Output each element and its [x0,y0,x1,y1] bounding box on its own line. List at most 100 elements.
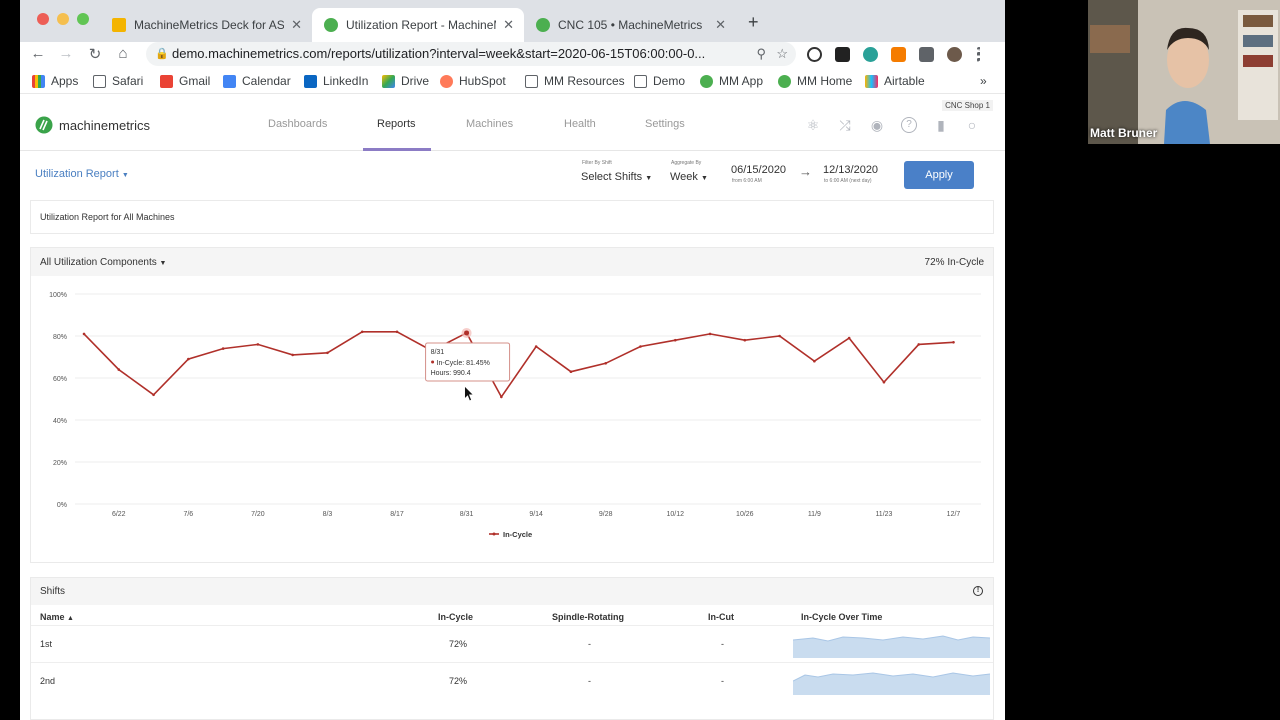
tooltip-hours: Hours: 990.4 [431,370,471,377]
search-icon[interactable]: ⚲ [756,42,766,66]
bookmark-mm-resources[interactable]: MM Resources [525,74,625,88]
address-bar[interactable]: 🔒 demo.machinemetrics.com/reports/utiliz… [146,42,796,66]
help-icon[interactable]: ? [901,117,917,133]
components-dropdown[interactable]: All Utilization Components ▼ [40,257,166,268]
arrow-right-icon: → [799,164,812,179]
participant-video-feed [1088,0,1280,144]
table-row[interactable]: 1st 72% - - [31,625,993,662]
highlight-point [464,330,470,336]
new-tab-button[interactable]: + [748,12,759,33]
report-type-dropdown[interactable]: Utilization Report ▼ [35,168,129,180]
x-tick-label: 8/17 [390,511,404,518]
atom-icon[interactable]: ⚛ [805,117,821,133]
bookmark-mm-home[interactable]: MM Home [778,74,852,88]
tab-utilization-report[interactable]: Utilization Report - MachineMe ✕ [312,8,524,42]
shift-select[interactable]: Select Shifts ▼ [581,171,652,183]
bookmark-linkedin[interactable]: LinkedIn [304,74,368,88]
nav-machines[interactable]: Machines [466,118,513,130]
home-icon[interactable]: ⌂ [113,45,133,62]
nav-health[interactable]: Health [564,118,596,130]
table-row[interactable]: 2nd 72% - - [31,662,993,699]
data-point [500,395,503,399]
extension-dark-icon[interactable] [835,47,850,62]
close-window-button[interactable] [37,13,49,25]
shop-tag: CNC Shop 1 [942,100,993,111]
globe-icon[interactable]: ◉ [869,117,885,133]
y-tick-label: 80% [53,334,67,341]
tooltip-series-dot [431,360,435,364]
close-tab-icon[interactable]: ✕ [291,17,302,33]
apply-button[interactable]: Apply [904,161,974,189]
bookmark-apps[interactable]: Apps [32,74,78,88]
nav-settings[interactable]: Settings [645,118,685,130]
back-arrow-icon[interactable]: ← [28,45,48,62]
data-point [847,336,851,340]
y-tick-label: 100% [49,292,67,299]
tab-title: CNC 105 • MachineMetrics [558,18,703,32]
menu-kebab-icon[interactable] [977,47,981,62]
bookmark-demo[interactable]: Demo [634,74,685,88]
data-point [882,380,886,384]
user-icon[interactable]: ○ [964,117,980,133]
series-line-in-cycle [83,330,954,399]
reload-icon[interactable]: ↻ [85,45,105,63]
aggregate-label: Aggregate By [671,160,702,166]
shift-spindle: - [588,676,591,686]
caret-down-icon: ▼ [645,175,653,182]
lock-icon[interactable]: ▮ [933,117,949,133]
col-name[interactable]: Name ▲ [40,612,74,622]
bookmark-gmail[interactable]: Gmail [160,74,210,88]
extensions-puzzle-icon[interactable] [919,47,934,62]
bookmark-airtable[interactable]: Airtable [865,74,925,88]
info-icon[interactable]: ! [973,586,983,596]
folder-icon [634,74,647,88]
bookmark-mm-app[interactable]: MM App [700,74,763,88]
shift-spindle: - [588,639,591,649]
start-date-sub: from 6:00 AM [732,178,762,184]
data-point [743,338,747,342]
bookmark-hubspot[interactable]: HubSpot [440,74,506,88]
gmail-icon [160,74,173,88]
bookmark-star-icon[interactable]: ☆ [776,42,788,66]
bookmarks-bar: Apps Safari Gmail Calendar LinkedIn Driv… [20,70,1005,94]
data-point [569,370,573,373]
shuffle-icon[interactable]: ⤮ [837,117,853,133]
tab-cnc-105[interactable]: CNC 105 • MachineMetrics ✕ [524,8,736,42]
sparkline [793,672,990,695]
mouse-cursor-icon [464,384,475,402]
minimize-window-button[interactable] [57,13,69,25]
end-date-input[interactable]: 12/13/2020 [823,164,878,176]
data-point [152,393,155,397]
y-tick-label: 0% [57,502,67,509]
bookmarks-overflow-icon[interactable]: » [980,74,987,88]
bookmark-calendar[interactable]: Calendar [223,74,291,88]
bookmark-safari[interactable]: Safari [93,74,143,88]
utilization-chart-panel: All Utilization Components ▼ 72% In-Cycl… [30,247,994,563]
tab-bar: MachineMetrics Deck for ASQ ✕ Utilizatio… [20,0,1005,42]
data-point [395,330,399,334]
data-point [778,334,781,338]
col-spindle-rotating[interactable]: Spindle-Rotating [552,612,624,622]
bookmark-drive[interactable]: Drive [382,74,429,88]
x-tick-label: 7/20 [251,511,265,518]
utilization-line-chart[interactable]: 0% 20% 40% 60% 80% 100% 6/22 7/6 7/20 8/3 8/17 8/31… [31,276,993,562]
tab-deck[interactable]: MachineMetrics Deck for ASQ ✕ [100,8,312,42]
extension-globe-icon[interactable] [863,47,878,62]
nav-dashboards[interactable]: Dashboards [268,118,327,130]
start-date-input[interactable]: 06/15/2020 [731,164,786,176]
data-point [187,357,190,361]
profile-avatar[interactable] [947,47,962,62]
aggregate-select[interactable]: Week ▼ [670,171,708,183]
forward-arrow-icon[interactable]: → [56,45,76,62]
col-in-cut[interactable]: In-Cut [708,612,734,622]
col-in-cycle[interactable]: In-Cycle [438,612,473,622]
extension-hubspot-icon[interactable] [891,47,906,62]
nav-reports[interactable]: Reports [377,118,416,130]
machinemetrics-logo[interactable]: machinemetrics [35,116,150,134]
maximize-window-button[interactable] [77,13,89,25]
end-date-sub: to 6:00 AM (next day) [824,178,872,184]
close-tab-icon[interactable]: ✕ [503,17,514,33]
col-in-cycle-over-time[interactable]: In-Cycle Over Time [801,612,882,622]
extension-1password-icon[interactable] [807,47,822,62]
close-tab-icon[interactable]: ✕ [715,17,726,33]
